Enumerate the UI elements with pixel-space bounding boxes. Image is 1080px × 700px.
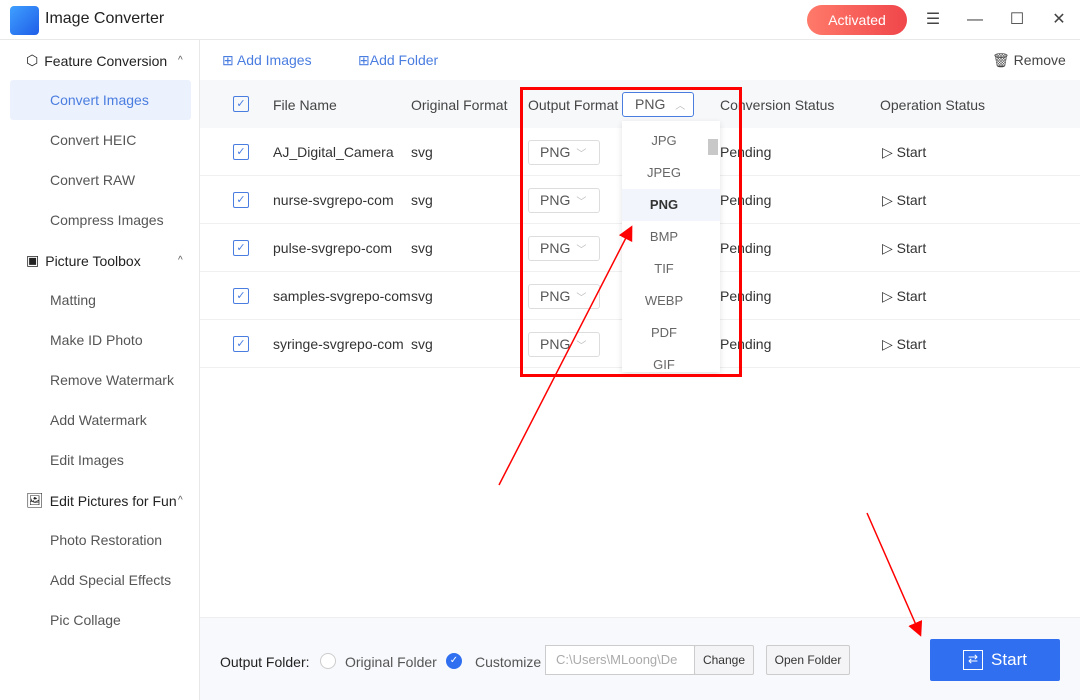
original-format: svg <box>411 288 433 304</box>
play-icon: ▷ <box>882 192 893 208</box>
select-all-checkbox[interactable]: ✓ <box>233 96 249 112</box>
sidebar-item[interactable]: Add Watermark <box>10 400 191 440</box>
play-icon: ▷ <box>882 288 893 304</box>
sidebar-item[interactable]: Remove Watermark <box>10 360 191 400</box>
row-checkbox[interactable]: ✓ <box>233 192 249 208</box>
chevron-up-icon: ^ <box>178 495 183 506</box>
header-operation-status: Operation Status <box>880 97 986 113</box>
sidebar-section-2[interactable]: 🖼 Edit Pictures for Fun ^ <box>26 492 183 509</box>
title-bar: Image Converter Activated ☰ — ☐ ✕ <box>0 0 1080 40</box>
minimize-icon[interactable]: — <box>965 10 985 30</box>
sidebar-item[interactable]: Edit Images <box>10 440 191 480</box>
start-row-button[interactable]: ▷ Start <box>882 240 926 257</box>
start-row-button[interactable]: ▷ Start <box>882 336 926 353</box>
toolbox-icon: ▣ <box>26 252 40 268</box>
app-title: Image Converter <box>45 10 165 27</box>
file-name: syringe-svgrepo-com <box>273 336 404 352</box>
chevron-up-icon: ^ <box>178 255 183 266</box>
sidebar-item[interactable]: Convert RAW <box>10 160 191 200</box>
start-row-button[interactable]: ▷ Start <box>882 192 926 209</box>
customize-radio[interactable]: ✓ <box>446 653 462 669</box>
output-path-input[interactable]: C:\Users\MLoong\De <box>545 645 695 675</box>
file-name: pulse-svgrepo-com <box>273 240 393 256</box>
open-folder-button[interactable]: Open Folder <box>766 645 850 675</box>
original-format: svg <box>411 192 433 208</box>
trash-icon: 🗑 <box>992 52 1010 68</box>
row-checkbox[interactable]: ✓ <box>233 336 249 352</box>
play-icon: ▷ <box>882 240 893 256</box>
play-icon: ▷ <box>882 336 893 352</box>
sidebar: ⬡ Feature Conversion ^ Convert Images Conver… <box>0 40 200 700</box>
row-checkbox[interactable]: ✓ <box>233 144 249 160</box>
activated-button[interactable]: Activated <box>807 5 907 35</box>
original-format: svg <box>411 240 433 256</box>
output-folder-label: Output Folder: <box>220 654 310 670</box>
add-images-button[interactable]: ⊞ Add Images <box>222 52 312 69</box>
start-all-button[interactable]: ⇄ Start <box>930 639 1060 681</box>
start-row-button[interactable]: ▷ Start <box>882 288 926 305</box>
menu-icon[interactable]: ☰ <box>923 10 943 30</box>
add-folder-icon: ⊞ <box>358 52 370 68</box>
file-name: samples-svgrepo-com <box>273 288 411 304</box>
close-icon[interactable]: ✕ <box>1049 10 1069 30</box>
file-name: nurse-svgrepo-com <box>273 192 394 208</box>
sidebar-section-0[interactable]: ⬡ Feature Conversion ^ <box>26 52 183 69</box>
maximize-icon[interactable]: ☐ <box>1007 10 1027 30</box>
sidebar-item[interactable]: Convert HEIC <box>10 120 191 160</box>
sidebar-item[interactable]: Photo Restoration <box>10 520 191 560</box>
original-folder-label: Original Folder <box>345 654 437 670</box>
add-folder-button[interactable]: ⊞Add Folder <box>358 52 438 69</box>
sidebar-item[interactable]: Matting <box>10 280 191 320</box>
sidebar-item[interactable]: Compress Images <box>10 200 191 240</box>
header-original-format: Original Format <box>411 97 508 113</box>
chevron-up-icon: ^ <box>178 55 183 66</box>
annotation-arrow-start <box>866 512 923 637</box>
header-file-name: File Name <box>273 97 337 113</box>
remove-button[interactable]: 🗑 Remove <box>992 52 1066 69</box>
sidebar-section-1[interactable]: ▣ Picture Toolbox ^ <box>26 252 183 269</box>
add-file-icon: ⊞ <box>222 52 234 68</box>
bottom-bar: Output Folder: Original Folder ✓ Customi… <box>200 617 1080 700</box>
picture-icon: 🖼 <box>26 492 44 508</box>
original-format: svg <box>411 144 433 160</box>
row-checkbox[interactable]: ✓ <box>233 240 249 256</box>
row-checkbox[interactable]: ✓ <box>233 288 249 304</box>
play-icon: ▷ <box>882 144 893 160</box>
sidebar-item[interactable]: Pic Collage <box>10 600 191 640</box>
sidebar-item[interactable]: Make ID Photo <box>10 320 191 360</box>
convert-icon: ⇄ <box>963 650 984 670</box>
change-button[interactable]: Change <box>694 645 754 675</box>
sidebar-item[interactable]: Add Special Effects <box>10 560 191 600</box>
original-folder-radio[interactable] <box>320 653 336 669</box>
customize-label: Customize <box>475 654 542 670</box>
annotation-highlight-box <box>520 87 742 377</box>
file-name: AJ_Digital_Camera <box>273 144 394 160</box>
original-format: svg <box>411 336 433 352</box>
exchange-icon: ⬡ <box>26 52 39 68</box>
app-logo-icon <box>10 6 39 35</box>
start-row-button[interactable]: ▷ Start <box>882 144 926 161</box>
sidebar-item[interactable]: Convert Images <box>10 80 191 120</box>
